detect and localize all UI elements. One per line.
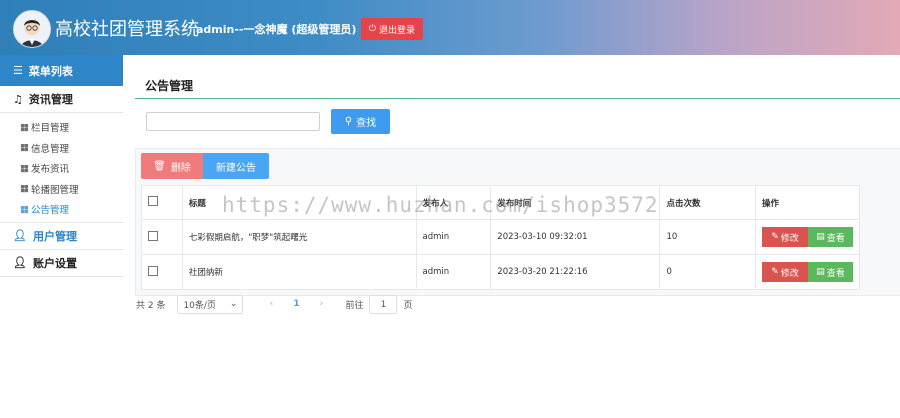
table-header-row: 标题 发布人 发布时间 点击次数 操作	[141, 185, 860, 220]
calendar-icon: ▦	[20, 183, 29, 195]
col-actions: 操作	[755, 185, 860, 220]
main-content: 公告管理 ⚲ 查找 🗑︎ 删除 新建公告 标题 发布人 发布时间 点击次数 操作	[123, 55, 900, 418]
edit-button[interactable]: ✎ 修改	[762, 227, 808, 247]
pagination: 共 2 条 10条/页 ⌄ ‹ 1 › 前往 1 页	[136, 293, 412, 315]
sidebar-group-users[interactable]: 👤︎ 用户管理	[0, 223, 123, 250]
select-all-cell	[141, 185, 183, 220]
chevron-down-icon: ⌄	[229, 299, 238, 309]
col-title: 标题	[181, 185, 417, 220]
row-actions: ✎ 修改 ▤ 查看	[755, 254, 860, 290]
col-publisher: 发布人	[415, 185, 492, 220]
calendar-icon: ▦	[20, 142, 29, 154]
table-row: 社团纳新 admin 2023-03-20 21:22:16 0 ✎ 修改 ▤ 查看	[141, 254, 860, 290]
title-divider	[135, 98, 900, 99]
book-icon: ▤	[816, 232, 825, 242]
edit-icon: ✎	[771, 267, 779, 277]
logout-button[interactable]: ⏻ 退出登录	[361, 18, 423, 40]
sidebar: ☰ 菜单列表 ♫ 资讯管理 ▦ 栏目管理 ▦ 信息管理 ▦ 发布资讯 ▦ 轮播图管理 ▦…	[0, 55, 124, 418]
search-icon: ⚲	[344, 116, 353, 127]
power-icon: ⏻	[368, 24, 377, 34]
sidebar-menu-title: ☰ 菜单列表	[0, 55, 123, 86]
page-title: 公告管理	[145, 79, 194, 93]
view-button[interactable]: ▤ 查看	[808, 227, 853, 247]
notice-table: 标题 发布人 发布时间 点击次数 操作 七彩假期启航，"职梦"筑起曙光 admi…	[141, 185, 860, 290]
sidebar-submenu-news: ▦ 栏目管理 ▦ 信息管理 ▦ 发布资讯 ▦ 轮播图管理 ▦ 公告管理	[0, 113, 123, 223]
sidebar-item-notice-manage[interactable]: ▦ 公告管理	[0, 199, 123, 220]
row-clicks: 0	[659, 254, 756, 290]
new-notice-button[interactable]: 新建公告	[203, 153, 269, 179]
row-clicks: 10	[659, 219, 756, 255]
row-actions: ✎ 修改 ▤ 查看	[755, 219, 860, 255]
sidebar-item-carousel-manage[interactable]: ▦ 轮播图管理	[0, 179, 123, 200]
row-title: 七彩假期启航，"职梦"筑起曙光	[181, 219, 417, 255]
avatar-cartoon-icon	[14, 11, 50, 47]
user-icon: 👤︎	[13, 256, 27, 269]
row-time: 2023-03-20 21:22:16	[490, 254, 661, 290]
col-time: 发布时间	[490, 185, 661, 220]
row-checkbox[interactable]	[148, 265, 158, 276]
music-note-icon: ♫	[13, 92, 23, 106]
search-input[interactable]	[146, 112, 320, 131]
delete-button[interactable]: 🗑︎ 删除	[141, 153, 203, 179]
trash-icon: 🗑︎	[153, 160, 166, 172]
goto-label: 前往	[345, 300, 364, 311]
pagination-total: 共 2 条	[136, 300, 166, 311]
search-button[interactable]: ⚲ 查找	[331, 109, 390, 134]
view-button[interactable]: ▤ 查看	[808, 262, 853, 282]
page-size-select[interactable]: 10条/页 ⌄	[177, 294, 244, 314]
avatar	[13, 10, 51, 48]
user-icon: 👤︎	[13, 229, 27, 242]
table-row: 七彩假期启航，"职梦"筑起曙光 admin 2023-03-10 09:32:0…	[141, 219, 860, 255]
calendar-icon: ▦	[20, 203, 29, 215]
col-clicks: 点击次数	[659, 185, 756, 220]
sidebar-group-news[interactable]: ♫ 资讯管理	[0, 86, 123, 113]
list-icon: ☰	[13, 64, 23, 77]
sidebar-item-info-manage[interactable]: ▦ 信息管理	[0, 138, 123, 159]
edit-icon: ✎	[771, 232, 779, 242]
goto-page-input[interactable]: 1	[369, 294, 398, 314]
sidebar-item-column-manage[interactable]: ▦ 栏目管理	[0, 117, 123, 138]
row-publisher: admin	[415, 254, 492, 290]
page-number[interactable]: 1	[289, 299, 303, 309]
goto-suffix: 页	[403, 300, 413, 311]
row-select-cell	[141, 254, 183, 290]
top-header: 高校社团管理系统 admin--一念神魔 (超级管理员) ⏻ 退出登录	[0, 0, 900, 55]
sidebar-group-account[interactable]: 👤︎ 账户设置	[0, 250, 123, 277]
row-time: 2023-03-10 09:32:01	[490, 219, 661, 255]
row-title: 社团纳新	[181, 254, 417, 290]
book-icon: ▤	[816, 267, 825, 277]
row-checkbox[interactable]	[148, 230, 158, 241]
select-all-checkbox[interactable]	[148, 196, 158, 206]
row-select-cell	[141, 219, 183, 255]
next-page-button[interactable]: ›	[311, 299, 331, 309]
sidebar-item-publish-news[interactable]: ▦ 发布资讯	[0, 158, 123, 179]
row-publisher: admin	[415, 219, 492, 255]
calendar-icon: ▦	[20, 121, 29, 133]
edit-button[interactable]: ✎ 修改	[762, 262, 808, 282]
app-title: 高校社团管理系统	[55, 19, 199, 40]
current-user: admin--一念神魔 (超级管理员)	[196, 23, 357, 36]
table-panel: 🗑︎ 删除 新建公告 标题 发布人 发布时间 点击次数 操作 七彩假期启航，"职…	[135, 148, 900, 296]
prev-page-button[interactable]: ‹	[261, 299, 281, 309]
calendar-icon: ▦	[20, 162, 29, 174]
